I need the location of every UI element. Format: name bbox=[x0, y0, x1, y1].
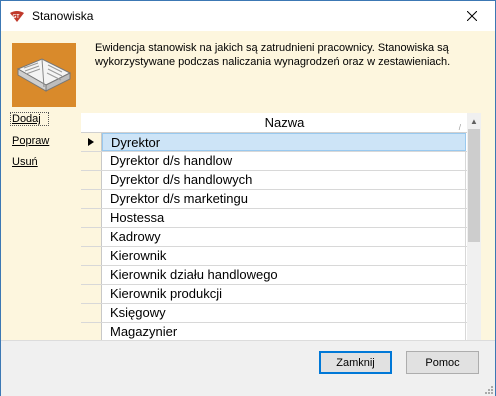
scroll-thumb[interactable] bbox=[468, 129, 480, 242]
name-cell[interactable]: Hostessa bbox=[102, 209, 466, 227]
window-title: Stanowiska bbox=[32, 9, 94, 23]
table-row[interactable]: Dyrektor d/s handlow bbox=[81, 152, 467, 171]
table-row[interactable]: Hostessa bbox=[81, 209, 467, 228]
row-indicator[interactable] bbox=[81, 304, 102, 322]
open-book-icon bbox=[12, 43, 76, 107]
name-cell[interactable]: Kadrowy bbox=[102, 228, 466, 246]
table-row[interactable]: Księgowy bbox=[81, 304, 467, 323]
name-cell[interactable]: Dyrektor d/s handlow bbox=[102, 152, 466, 170]
name-cell[interactable]: Magazynier bbox=[102, 323, 466, 341]
add-link[interactable]: Dodaj bbox=[10, 112, 50, 126]
table-row[interactable]: Kierownik działu handlowego bbox=[81, 266, 467, 285]
row-indicator[interactable] bbox=[81, 152, 102, 170]
row-indicator[interactable] bbox=[81, 285, 102, 303]
delete-link[interactable]: Usuń bbox=[12, 156, 49, 168]
gt-logo-icon: GT bbox=[10, 11, 24, 22]
vertical-scrollbar[interactable]: ▲ ▼ bbox=[467, 113, 481, 360]
resize-grip-icon[interactable] bbox=[483, 384, 493, 394]
table-row[interactable]: Dyrektor d/s marketingu bbox=[81, 190, 467, 209]
grid-header: Nazwa / bbox=[81, 113, 467, 133]
name-cell[interactable]: Kierownik produkcji bbox=[102, 285, 466, 303]
row-indicator[interactable] bbox=[81, 228, 102, 246]
content-area: Ewidencja stanowisk na jakich są zatrudn… bbox=[1, 31, 495, 360]
name-cell[interactable]: Dyrektor bbox=[102, 133, 466, 151]
table-row[interactable]: Kadrowy bbox=[81, 228, 467, 247]
row-indicator[interactable] bbox=[81, 190, 102, 208]
close-dialog-button[interactable]: Zamknij bbox=[319, 351, 392, 374]
table-row[interactable]: Kierownik produkcji bbox=[81, 285, 467, 304]
side-actions: Dodaj Popraw Usuń bbox=[10, 112, 50, 177]
column-header-label: Nazwa bbox=[264, 115, 305, 130]
dialog-window: GT Stanowiska Ewidencja stanowisk na jak… bbox=[0, 0, 496, 396]
close-icon bbox=[466, 11, 477, 21]
name-cell[interactable]: Dyrektor d/s handlowych bbox=[102, 171, 466, 189]
edit-link[interactable]: Popraw bbox=[12, 135, 49, 147]
name-cell[interactable]: Dyrektor d/s marketingu bbox=[102, 190, 466, 208]
row-indicator[interactable] bbox=[81, 323, 102, 341]
button-bar: Zamknij Pomoc bbox=[1, 340, 495, 396]
row-indicator[interactable] bbox=[81, 209, 102, 227]
name-cell[interactable]: Księgowy bbox=[102, 304, 466, 322]
close-button[interactable] bbox=[448, 1, 495, 31]
name-cell[interactable]: Kierownik działu handlowego bbox=[102, 266, 466, 284]
help-button[interactable]: Pomoc bbox=[406, 351, 479, 374]
positions-grid[interactable]: Nazwa / Dyrektor Dyrektor d/s handlow Dyre… bbox=[81, 113, 481, 360]
row-indicator[interactable] bbox=[81, 247, 102, 265]
description-text: Ewidencja stanowisk na jakich są zatrudn… bbox=[95, 42, 451, 68]
table-row[interactable]: Kierownik bbox=[81, 247, 467, 266]
table-row[interactable]: Dyrektor d/s handlowych bbox=[81, 171, 467, 190]
name-cell[interactable]: Kierownik bbox=[102, 247, 466, 265]
svg-text:GT: GT bbox=[13, 14, 20, 20]
title-bar[interactable]: GT Stanowiska bbox=[1, 1, 495, 31]
table-row[interactable]: Dyrektor bbox=[81, 133, 467, 152]
row-indicator[interactable] bbox=[81, 133, 102, 151]
column-header-name[interactable]: Nazwa / bbox=[102, 113, 467, 132]
row-indicator[interactable] bbox=[81, 171, 102, 189]
current-row-icon bbox=[88, 138, 94, 146]
row-indicator[interactable] bbox=[81, 266, 102, 284]
grid-rows: Dyrektor Dyrektor d/s handlow Dyrektor d/s… bbox=[81, 133, 467, 342]
scroll-up-icon[interactable]: ▲ bbox=[467, 113, 481, 129]
